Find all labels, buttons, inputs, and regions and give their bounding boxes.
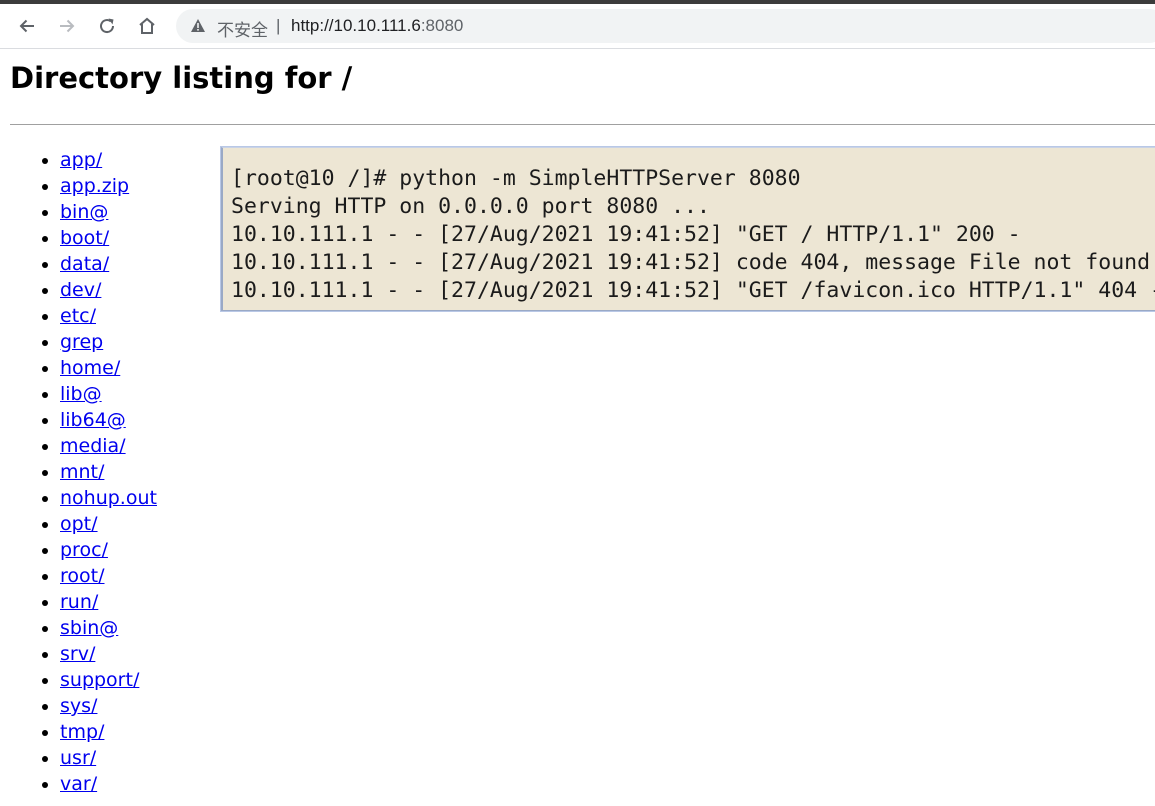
directory-list: app/app.zip bin@ boot/data/dev/etc/grep hom… (0, 147, 157, 797)
directory-entry-link[interactable]: proc/ (60, 539, 108, 561)
directory-entry-link[interactable]: media/ (60, 435, 126, 457)
back-button[interactable] (11, 10, 43, 42)
home-button[interactable] (131, 10, 163, 42)
terminal-line: 10.10.111.1 - - [27/Aug/2021 19:41:52] c… (231, 250, 1151, 275)
directory-entry-link[interactable]: sys/ (60, 695, 97, 717)
list-item: nohup.out (60, 485, 157, 511)
back-arrow-icon (19, 19, 34, 33)
list-item: bin@ (60, 199, 157, 225)
browser-toolbar: 不安全 | http://10.10.111.6:8080 (0, 4, 1155, 49)
list-item: tmp/ (60, 719, 157, 745)
forward-button[interactable] (51, 10, 83, 42)
directory-entry-link[interactable]: home/ (60, 357, 120, 379)
directory-entry-link[interactable]: tmp/ (60, 721, 104, 743)
list-item: run/ (60, 589, 157, 615)
terminal-line: Serving HTTP on 0.0.0.0 port 8080 ... (231, 194, 710, 219)
list-item: lib64@ (60, 407, 157, 433)
directory-entry-link[interactable]: srv/ (60, 643, 95, 665)
terminal-line: 10.10.111.1 - - [27/Aug/2021 19:41:52] "… (231, 222, 1021, 247)
directory-entry-link[interactable]: run/ (60, 591, 98, 613)
directory-entry-link[interactable]: lib64@ (60, 409, 126, 431)
list-item: boot/ (60, 225, 157, 251)
list-item: opt/ (60, 511, 157, 537)
list-item: mnt/ (60, 459, 157, 485)
list-item: grep (60, 329, 157, 355)
directory-entry-link[interactable]: opt/ (60, 513, 98, 535)
directory-entry-link[interactable]: sbin@ (60, 617, 118, 639)
list-item: dev/ (60, 277, 157, 303)
list-item: usr/ (60, 745, 157, 771)
directory-entry-link[interactable]: mnt/ (60, 461, 104, 483)
list-item: var/ (60, 771, 157, 797)
list-item: app.zip (60, 173, 157, 199)
directory-entry-link[interactable]: app/ (60, 149, 102, 171)
directory-entry-link[interactable]: nohup.out (60, 487, 157, 509)
list-item: sys/ (60, 693, 157, 719)
horizontal-rule (10, 124, 1155, 125)
terminal-output: [root@10 /]# python -m SimpleHTTPServer … (231, 165, 1155, 305)
directory-entry-link[interactable]: usr/ (60, 747, 96, 769)
directory-entry-link[interactable]: etc/ (60, 305, 96, 327)
list-item: srv/ (60, 641, 157, 667)
list-item: sbin@ (60, 615, 157, 641)
directory-entry-link[interactable]: lib@ (60, 383, 102, 405)
directory-entry-link[interactable]: support/ (60, 669, 139, 691)
address-separator: | (276, 16, 281, 35)
directory-entry-link[interactable]: bin@ (60, 201, 108, 223)
terminal-line: [root@10 /]# python -m SimpleHTTPServer … (231, 166, 801, 191)
warning-triangle-icon (191, 19, 205, 32)
list-item: support/ (60, 667, 157, 693)
page-title: Directory listing for / (10, 61, 353, 95)
list-item: home/ (60, 355, 157, 381)
url-host: http://10.10.111.6 (291, 16, 421, 35)
forward-arrow-icon (60, 19, 75, 33)
url-port: :8080 (420, 16, 464, 35)
directory-entry-link[interactable]: boot/ (60, 227, 109, 249)
directory-entry-link[interactable]: app.zip (60, 175, 129, 197)
directory-entry-link[interactable]: grep (60, 331, 103, 353)
terminal-line: 10.10.111.1 - - [27/Aug/2021 19:41:52] "… (231, 278, 1155, 303)
home-icon (139, 17, 155, 34)
reload-button[interactable] (91, 10, 123, 42)
list-item: proc/ (60, 537, 157, 563)
directory-entry-link[interactable]: var/ (60, 773, 97, 795)
list-item: root/ (60, 563, 157, 589)
security-label: 不安全 (217, 21, 268, 40)
list-item: media/ (60, 433, 157, 459)
directory-entry-link[interactable]: root/ (60, 565, 105, 587)
list-item: lib@ (60, 381, 157, 407)
list-item: etc/ (60, 303, 157, 329)
list-item: app/ (60, 147, 157, 173)
directory-entry-link[interactable]: data/ (60, 253, 109, 275)
url-text: http://10.10.111.6:8080 (291, 16, 463, 36)
address-bar[interactable]: 不安全 | http://10.10.111.6:8080 (176, 9, 1155, 43)
reload-icon (100, 18, 115, 34)
list-item: data/ (60, 251, 157, 277)
terminal-window: [root@10 /]# python -m SimpleHTTPServer … (221, 147, 1155, 311)
directory-entry-link[interactable]: dev/ (60, 279, 101, 301)
